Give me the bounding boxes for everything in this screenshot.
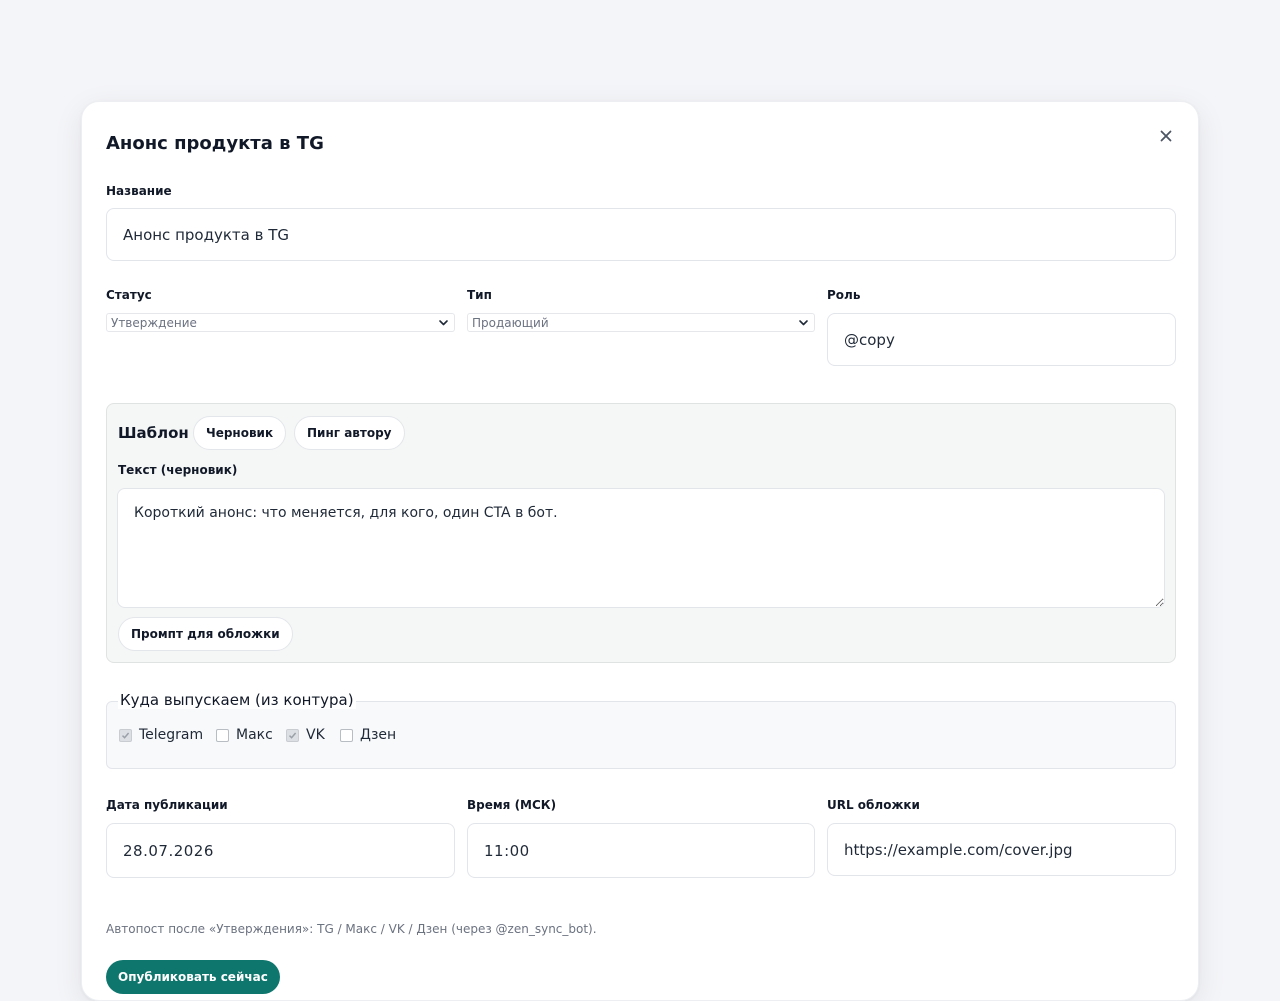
- close-icon: [1160, 130, 1172, 142]
- draft-textarea[interactable]: Короткий анонс: что меняется, для кого, …: [117, 488, 1165, 608]
- checkbox-checked-icon: [119, 728, 132, 742]
- type-label: Тип: [467, 288, 492, 302]
- status-select-value: Утверждение: [111, 315, 197, 330]
- time-label: Время (МСК): [467, 798, 557, 812]
- name-input[interactable]: [106, 208, 1176, 261]
- name-label: Название: [106, 184, 172, 198]
- cover-url-label: URL обложки: [827, 798, 920, 812]
- channel-label: Дзен: [360, 727, 397, 743]
- status-label: Статус: [106, 288, 152, 302]
- publish-time-input[interactable]: [467, 823, 815, 878]
- close-button[interactable]: [1154, 124, 1178, 148]
- channel-dzen-checkbox[interactable]: Дзен: [340, 727, 396, 743]
- date-label: Дата публикации: [106, 798, 228, 812]
- cover-prompt-button[interactable]: Промпт для обложки: [118, 617, 293, 651]
- edit-post-modal: Анонс продукта в TG Название Статус Утве…: [81, 101, 1199, 1001]
- channel-max-checkbox[interactable]: Макс: [216, 727, 273, 743]
- draft-text-label: Текст (черновик): [118, 463, 238, 477]
- role-label: Роль: [827, 288, 861, 302]
- ping-author-button[interactable]: Пинг автору: [294, 416, 405, 450]
- type-select-value: Продающий: [472, 315, 549, 330]
- modal-title: Анонс продукта в TG: [106, 133, 324, 154]
- channel-label: Макс: [236, 727, 273, 743]
- autopost-hint: Автопост после «Утверждения»: TG / Макс …: [106, 922, 597, 936]
- draft-button[interactable]: Черновик: [193, 416, 287, 450]
- role-input[interactable]: [827, 313, 1176, 366]
- type-select[interactable]: Продающий: [467, 313, 815, 332]
- template-panel: Шаблон Черновик Пинг автору Текст (черно…: [106, 403, 1176, 663]
- publish-now-button[interactable]: Опубликовать сейчас: [106, 960, 280, 994]
- channel-vk-checkbox[interactable]: VK: [286, 727, 325, 743]
- channel-label: VK: [306, 727, 325, 743]
- channels-legend: Куда выпускаем (из контура): [118, 691, 356, 709]
- checkbox-checked-icon: [286, 728, 299, 742]
- cover-url-input[interactable]: [827, 823, 1176, 876]
- channel-telegram-checkbox[interactable]: Telegram: [119, 727, 203, 743]
- chevron-down-icon: [799, 320, 808, 326]
- publish-date-input[interactable]: [106, 823, 455, 878]
- checkbox-unchecked-icon: [340, 728, 353, 742]
- status-select[interactable]: Утверждение: [106, 313, 455, 332]
- channel-label: Telegram: [139, 727, 204, 743]
- chevron-down-icon: [439, 320, 448, 326]
- checkbox-unchecked-icon: [216, 728, 229, 742]
- template-heading: Шаблон: [118, 424, 189, 442]
